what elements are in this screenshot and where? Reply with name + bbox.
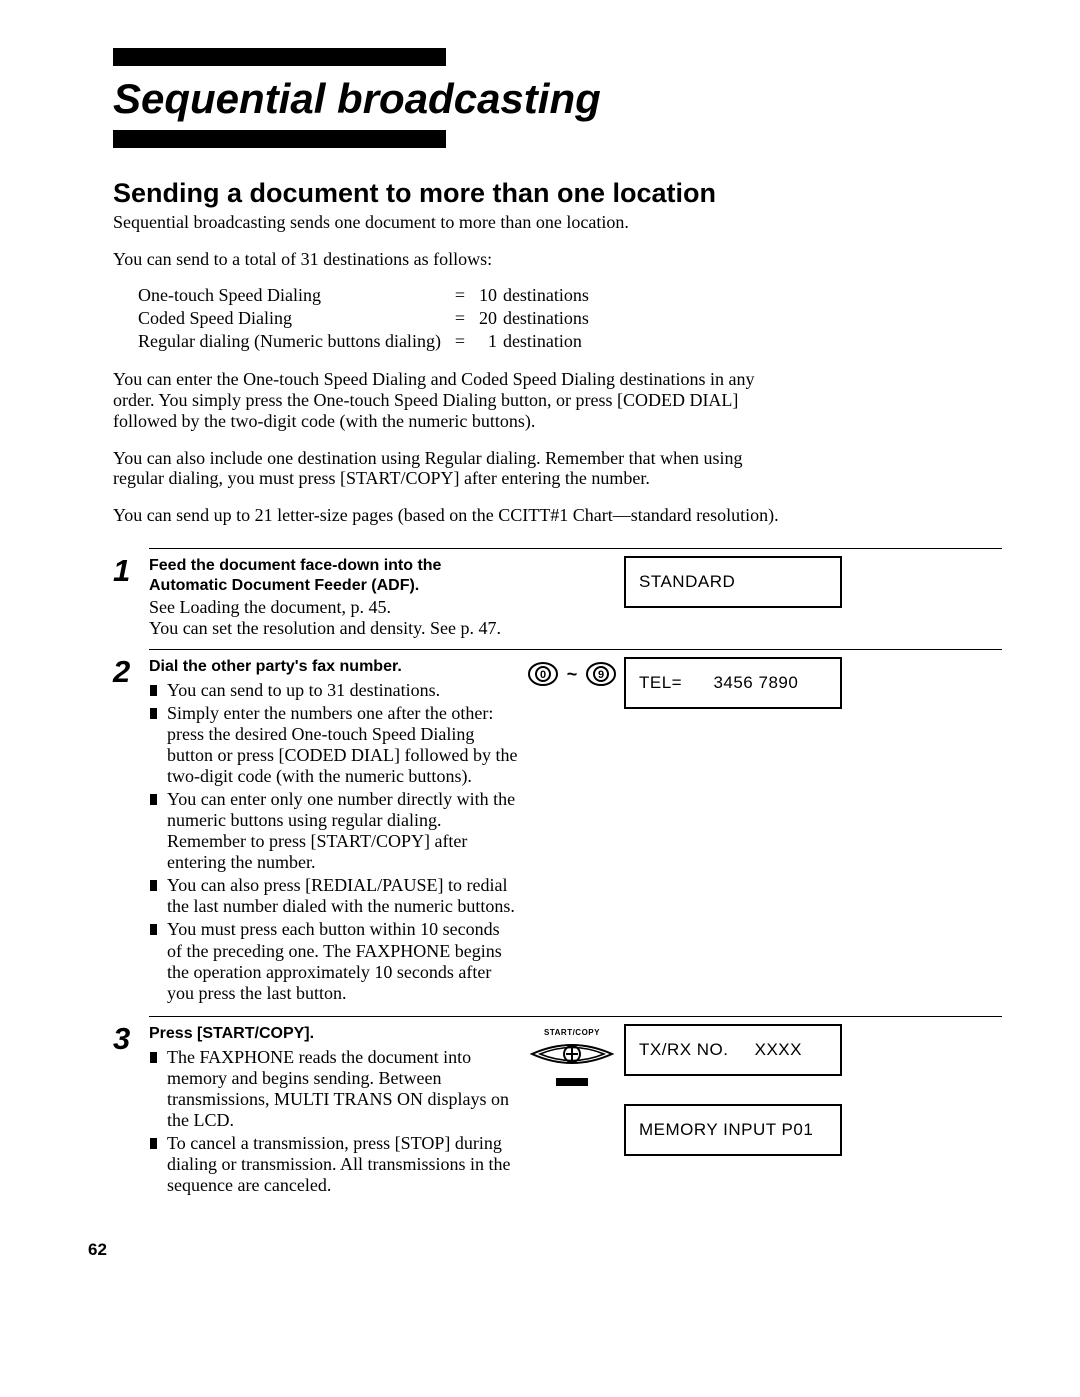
- step-number: 3: [113, 1023, 149, 1054]
- step-bullet: Simply enter the numbers one after the o…: [149, 703, 519, 787]
- top-black-bar: [113, 48, 446, 66]
- dest-count: 1: [479, 331, 501, 352]
- table-row: Coded Speed Dialing = 20 destinations: [138, 308, 596, 329]
- dest-count: 10: [479, 285, 501, 306]
- lcd-display-standard: STANDARD: [624, 556, 842, 608]
- destinations-table: One-touch Speed Dialing = 10 destination…: [136, 283, 598, 353]
- step-bullet: You must press each button within 10 sec…: [149, 919, 519, 1003]
- dest-count: 20: [479, 308, 501, 329]
- start-copy-button-icon: START/COPY: [526, 1026, 618, 1092]
- dest-label: One-touch Speed Dialing: [138, 285, 448, 306]
- equals-sign: =: [450, 331, 477, 352]
- table-row: One-touch Speed Dialing = 10 destination…: [138, 285, 596, 306]
- lcd-display-tel: TEL= 3456 7890: [624, 657, 842, 709]
- dest-unit: destination: [503, 331, 596, 352]
- step-instruction: Feed the document face-down into the Aut…: [149, 556, 519, 596]
- equals-sign: =: [450, 285, 477, 306]
- lcd-display-memory: MEMORY INPUT P01: [624, 1104, 842, 1156]
- svg-text:0: 0: [539, 669, 545, 681]
- paragraph-any-order: You can enter the One-touch Speed Dialin…: [113, 369, 773, 431]
- dest-label: Coded Speed Dialing: [138, 308, 448, 329]
- step-note: See Loading the document, p. 45.: [149, 597, 519, 618]
- step-2: 2 Dial the other party's fax number. You…: [113, 649, 1002, 1006]
- equals-sign: =: [450, 308, 477, 329]
- step-3: 3 Press [START/COPY]. The FAXPHONE reads…: [113, 1016, 1002, 1198]
- svg-text:START/COPY: START/COPY: [544, 1028, 600, 1037]
- numeric-keys-icon: 0 ~ 9: [527, 659, 617, 689]
- paragraph-capacity: You can send up to 21 letter-size pages …: [113, 505, 783, 526]
- step-bullet: You can send to up to 31 destinations.: [149, 680, 519, 701]
- dest-label: Regular dialing (Numeric buttons dialing…: [138, 331, 448, 352]
- dest-unit: destinations: [503, 308, 596, 329]
- table-row: Regular dialing (Numeric buttons dialing…: [138, 331, 596, 352]
- paragraph-regular-dialing: You can also include one destination usi…: [113, 448, 773, 489]
- step-1: 1 Feed the document face-down into the A…: [113, 548, 1002, 639]
- step-bullet: You can also press [REDIAL/PAUSE] to red…: [149, 875, 519, 917]
- step-bullet: To cancel a transmission, press [STOP] d…: [149, 1133, 519, 1196]
- step-note: You can set the resolution and density. …: [149, 618, 519, 639]
- step-bullet: You can enter only one number directly w…: [149, 789, 519, 873]
- step-bullet: The FAXPHONE reads the document into mem…: [149, 1047, 519, 1131]
- bottom-black-bar: [113, 130, 446, 148]
- intro-text: Sequential broadcasting sends one docume…: [113, 212, 1002, 233]
- svg-text:9: 9: [597, 669, 603, 681]
- page-number: 62: [88, 1240, 1002, 1260]
- chapter-title: Sequential broadcasting: [113, 75, 1002, 123]
- lcd-display-txrx: TX/RX NO. XXXX: [624, 1024, 842, 1076]
- dest-unit: destinations: [503, 285, 596, 306]
- step-instruction: Dial the other party's fax number.: [149, 657, 519, 677]
- section-heading: Sending a document to more than one loca…: [113, 178, 1002, 209]
- svg-text:~: ~: [566, 664, 577, 684]
- step-instruction: Press [START/COPY].: [149, 1024, 519, 1044]
- step-number: 2: [113, 656, 149, 687]
- step-number: 1: [113, 555, 149, 586]
- destinations-lead: You can send to a total of 31 destinatio…: [113, 249, 1002, 270]
